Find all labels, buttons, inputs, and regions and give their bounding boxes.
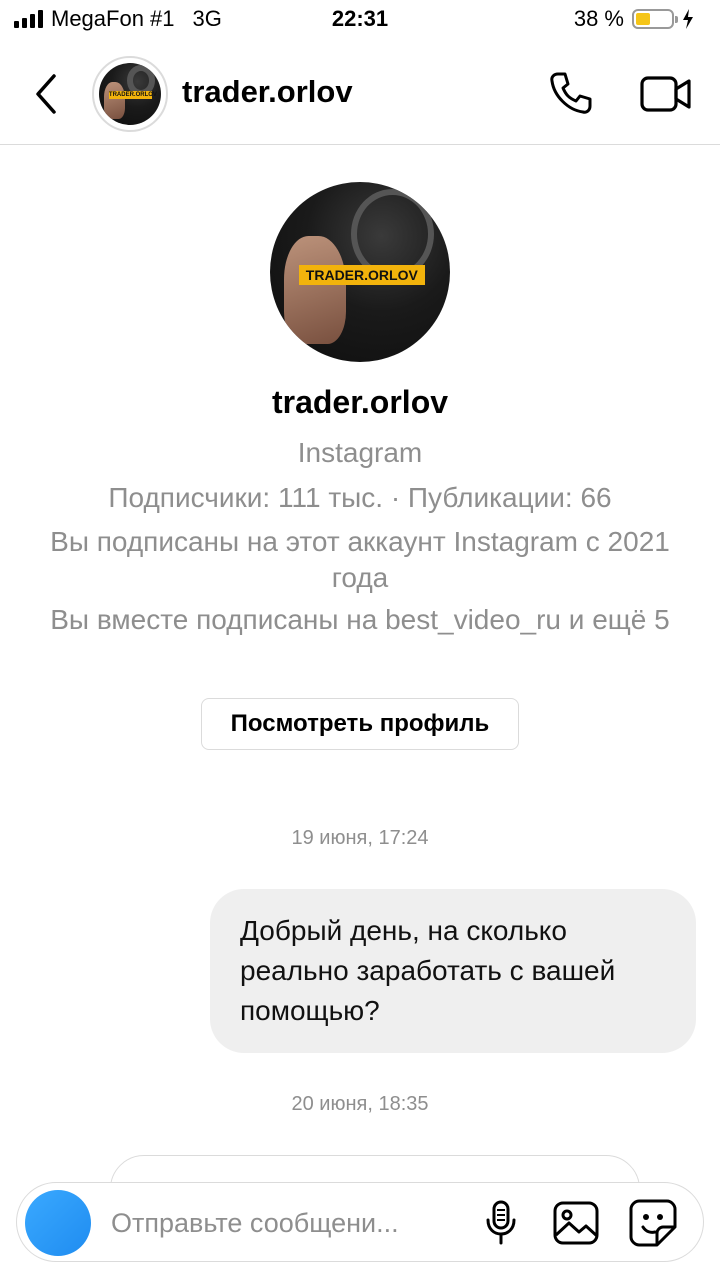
avatar-image: TRADER.ORLOV bbox=[99, 63, 161, 125]
voice-message-button[interactable] bbox=[483, 1199, 519, 1247]
status-right: 38 % bbox=[574, 6, 694, 32]
profile-name: trader.orlov bbox=[271, 384, 449, 420]
profile-avatar-tag: TRADER.ORLOV bbox=[298, 264, 425, 285]
audio-call-button[interactable] bbox=[548, 70, 594, 116]
back-chevron-icon bbox=[36, 74, 56, 114]
sent-message-bubble[interactable]: Добрый день, на сколько реально заработа… bbox=[210, 889, 696, 1053]
battery-percent: 38 % bbox=[573, 6, 624, 31]
profile-stats: Подписчики: 111 тыс. · Публикации: 66 bbox=[108, 482, 612, 513]
video-call-button[interactable] bbox=[640, 74, 692, 114]
header-avatar[interactable]: TRADER.ORLOV bbox=[92, 56, 168, 132]
status-bar: MegaFon #1 3G 22:31 38 % bbox=[0, 0, 720, 42]
avatar-tag: TRADER.ORLOV bbox=[108, 90, 157, 99]
chat-header: TRADER.ORLOV trader.orlov bbox=[0, 48, 720, 145]
charging-icon bbox=[683, 9, 693, 29]
gallery-button[interactable] bbox=[553, 1201, 599, 1245]
back-button[interactable] bbox=[28, 72, 68, 116]
profile-platform: Instagram bbox=[297, 437, 423, 468]
message-composer bbox=[16, 1182, 704, 1262]
microphone-icon bbox=[486, 1200, 516, 1245]
sticker-button[interactable] bbox=[629, 1199, 677, 1247]
mutual-followers: Вы вместе подписаны на best_video_ru и е… bbox=[50, 604, 670, 635]
video-camera-icon bbox=[640, 76, 691, 112]
profile-avatar-image: TRADER.ORLOV bbox=[270, 182, 450, 362]
gallery-icon bbox=[553, 1201, 599, 1245]
phone-icon bbox=[550, 72, 592, 114]
sticker-icon bbox=[629, 1199, 677, 1247]
message-timestamp: 20 июня, 18:35 bbox=[291, 1093, 429, 1115]
battery-icon bbox=[632, 9, 678, 29]
chat-title[interactable]: trader.orlov bbox=[182, 74, 353, 110]
message-timestamp: 19 июня, 17:24 bbox=[291, 827, 429, 849]
following-since: Вы подписаны на этот аккаунт Instagram с… bbox=[50, 526, 670, 593]
camera-icon bbox=[25, 1190, 91, 1256]
view-profile-button[interactable]: Посмотреть профиль bbox=[201, 698, 519, 750]
message-input[interactable] bbox=[109, 1199, 473, 1247]
camera-button[interactable] bbox=[25, 1190, 91, 1256]
profile-avatar[interactable]: TRADER.ORLOV bbox=[270, 182, 450, 362]
